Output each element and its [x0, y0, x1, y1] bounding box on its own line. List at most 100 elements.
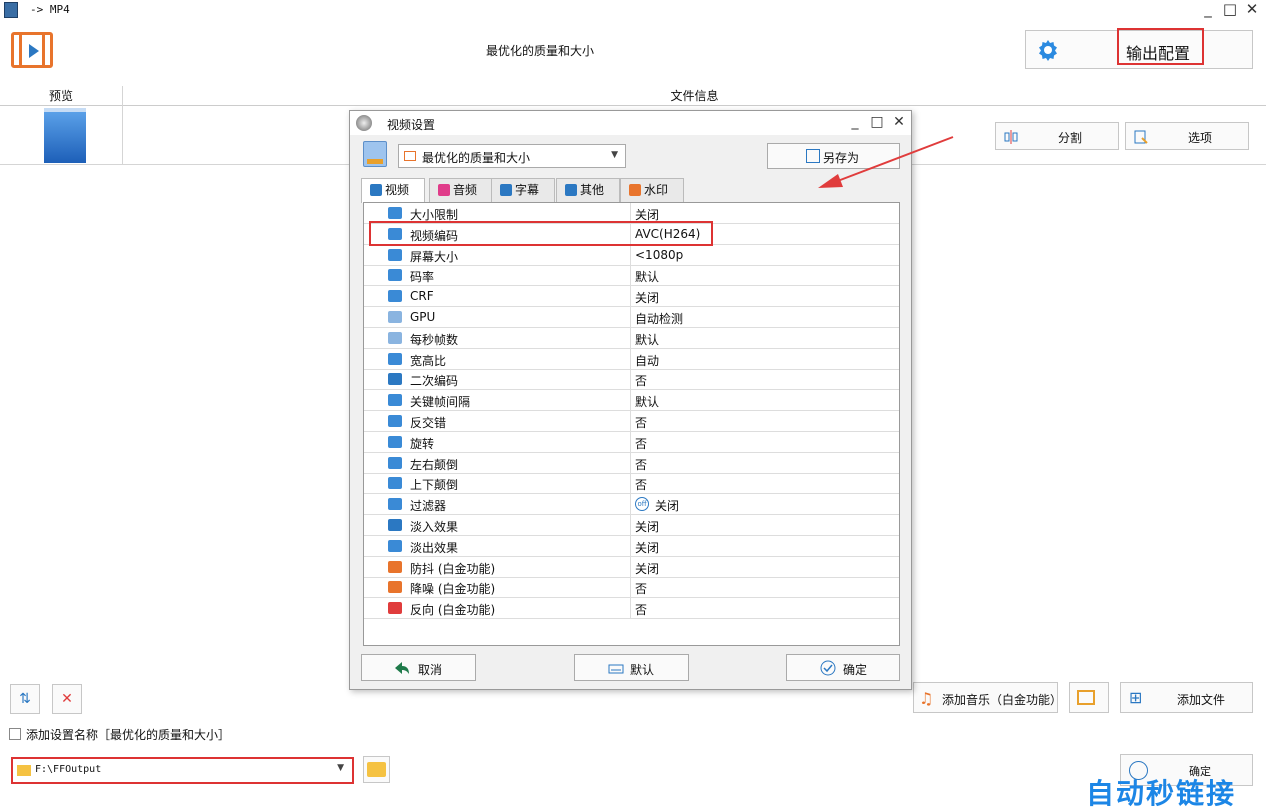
- column-separator: [630, 452, 631, 474]
- options-button[interactable]: 选项: [1125, 122, 1249, 150]
- setting-name: 每秒帧数: [410, 332, 459, 347]
- tab-4[interactable]: 水印: [620, 178, 684, 202]
- setting-name: GPU: [410, 310, 436, 324]
- setting-value[interactable]: 否: [635, 414, 647, 431]
- settings-row[interactable]: 淡入效果 关闭: [364, 515, 899, 536]
- dialog-maximize-button[interactable]: □: [868, 113, 886, 131]
- setting-name: 反交错: [410, 416, 447, 430]
- setting-value[interactable]: 默认: [635, 393, 659, 410]
- settings-row[interactable]: 每秒帧数 默认: [364, 327, 899, 349]
- setting-value[interactable]: 关闭: [655, 497, 679, 514]
- column-separator: [630, 473, 631, 495]
- tab-1[interactable]: 音频: [429, 178, 493, 202]
- bitrate-icon: [388, 269, 402, 282]
- file-thumbnail[interactable]: [44, 108, 86, 163]
- add-setting-name-label: 添加设置名称［最优化的质量和大小］: [26, 728, 231, 742]
- cancel-button[interactable]: 取消: [361, 654, 476, 681]
- settings-row[interactable]: 过滤器 off 关闭: [364, 494, 899, 516]
- dialog-title: 视频设置: [387, 118, 436, 132]
- sort-button[interactable]: ⇅: [10, 684, 40, 714]
- settings-row[interactable]: 反交错 否: [364, 411, 899, 432]
- settings-row[interactable]: 上下颠倒 否: [364, 473, 899, 495]
- settings-row[interactable]: GPU 自动检测: [364, 307, 899, 328]
- settings-row[interactable]: 二次编码 否: [364, 369, 899, 391]
- dialog-close-button[interactable]: ✕: [890, 113, 908, 131]
- setting-value[interactable]: 自动检测: [635, 310, 683, 327]
- default-button[interactable]: 默认: [574, 654, 689, 681]
- setting-value[interactable]: 关闭: [635, 539, 659, 556]
- add-file-label: 添加文件: [1177, 693, 1226, 707]
- maximize-button[interactable]: □: [1220, 0, 1240, 20]
- stabilize-icon: [388, 560, 402, 573]
- tab-3[interactable]: 其他: [556, 178, 620, 202]
- setting-name: 淡出效果: [410, 540, 459, 555]
- off-toggle-icon: off: [635, 497, 649, 512]
- dialog-ok-button[interactable]: 确定: [786, 654, 900, 681]
- add-music-label: 添加音乐（白金功能）: [942, 693, 1063, 707]
- preset-value: 最优化的质量和大小: [422, 151, 531, 165]
- site-watermark: 自动秒链接: [1086, 777, 1237, 810]
- setting-value[interactable]: 关闭: [635, 560, 659, 577]
- deinterlace-icon: [388, 415, 402, 427]
- setting-value[interactable]: 否: [635, 601, 647, 618]
- settings-row[interactable]: 旋转 否: [364, 431, 899, 453]
- settings-row[interactable]: 关键帧间隔 默认: [364, 390, 899, 412]
- browse-folder-button[interactable]: [363, 756, 390, 783]
- split-button[interactable]: 分割: [995, 122, 1119, 150]
- settings-row[interactable]: 降噪 (白金功能) 否: [364, 577, 899, 599]
- filter-icon: [388, 498, 402, 511]
- settings-row[interactable]: 左右颠倒 否: [364, 452, 899, 474]
- setting-value[interactable]: 关闭: [635, 289, 659, 306]
- settings-row[interactable]: CRF 关闭: [364, 286, 899, 308]
- denoise-icon: [388, 581, 402, 594]
- settings-row[interactable]: 反向 (白金功能) 否: [364, 598, 899, 620]
- dialog-ok-label: 确定: [843, 663, 868, 677]
- output-path-combo[interactable]: F:\FFOutput ▼: [11, 757, 354, 784]
- close-button[interactable]: ✕: [1242, 0, 1262, 20]
- title-bar: -> MP4 _ □ ✕: [0, 0, 1266, 20]
- column-separator: [630, 307, 631, 328]
- setting-value[interactable]: 否: [635, 476, 647, 493]
- remove-button[interactable]: ✕: [52, 684, 82, 714]
- minimize-button[interactable]: _: [1198, 0, 1218, 20]
- settings-row[interactable]: 宽高比 自动: [364, 348, 899, 370]
- app-window: -> MP4 _ □ ✕ 最优化的质量和大小 输出配置 预览 文件信息 分割 选…: [0, 0, 1266, 811]
- setting-value[interactable]: 默认: [635, 268, 659, 285]
- tab-0[interactable]: 视频: [361, 178, 425, 203]
- split-icon: [1004, 130, 1018, 144]
- preset-select[interactable]: 最优化的质量和大小 ▼: [398, 144, 626, 168]
- add-setting-name-checkbox[interactable]: [9, 728, 21, 740]
- preset-icon: [363, 141, 387, 167]
- add-file-button[interactable]: ⊞ 添加文件: [1120, 682, 1253, 713]
- setting-value[interactable]: <1080p: [635, 248, 683, 262]
- setting-value[interactable]: 否: [635, 372, 647, 389]
- save-as-button[interactable]: 另存为: [767, 143, 900, 169]
- setting-value[interactable]: 否: [635, 435, 647, 452]
- column-separator: [630, 265, 631, 287]
- settings-row[interactable]: 屏幕大小 <1080p: [364, 244, 899, 266]
- setting-name: 防抖 (白金功能): [410, 561, 496, 576]
- keyframe-interval-icon: [388, 394, 402, 407]
- setting-value[interactable]: 否: [635, 456, 647, 473]
- setting-value[interactable]: 关闭: [635, 518, 659, 535]
- setting-value[interactable]: 默认: [635, 331, 659, 348]
- settings-row[interactable]: 防抖 (白金功能) 关闭: [364, 556, 899, 578]
- cancel-label: 取消: [418, 663, 443, 677]
- sort-icon: ⇅: [19, 691, 31, 707]
- add-music-button[interactable]: ♫ 添加音乐（白金功能）: [913, 682, 1063, 713]
- save-icon: [806, 149, 820, 163]
- aspect-ratio-icon: [388, 352, 402, 365]
- setting-value[interactable]: 否: [635, 580, 647, 597]
- folder-add-icon: [1077, 690, 1095, 705]
- tab-2[interactable]: 字幕: [491, 178, 555, 202]
- dialog-minimize-button[interactable]: _: [846, 113, 864, 131]
- dialog-title-bar: 视频设置 _ □ ✕: [350, 111, 911, 135]
- setting-value[interactable]: 自动: [635, 352, 659, 369]
- add-folder-button[interactable]: [1069, 682, 1109, 713]
- settings-row[interactable]: 码率 默认: [364, 265, 899, 287]
- settings-row[interactable]: 淡出效果 关闭: [364, 535, 899, 557]
- tab-icon: [438, 184, 450, 196]
- setting-name: 淡入效果: [410, 520, 459, 534]
- column-separator: [630, 598, 631, 620]
- chevron-down-icon: ▼: [611, 150, 618, 160]
